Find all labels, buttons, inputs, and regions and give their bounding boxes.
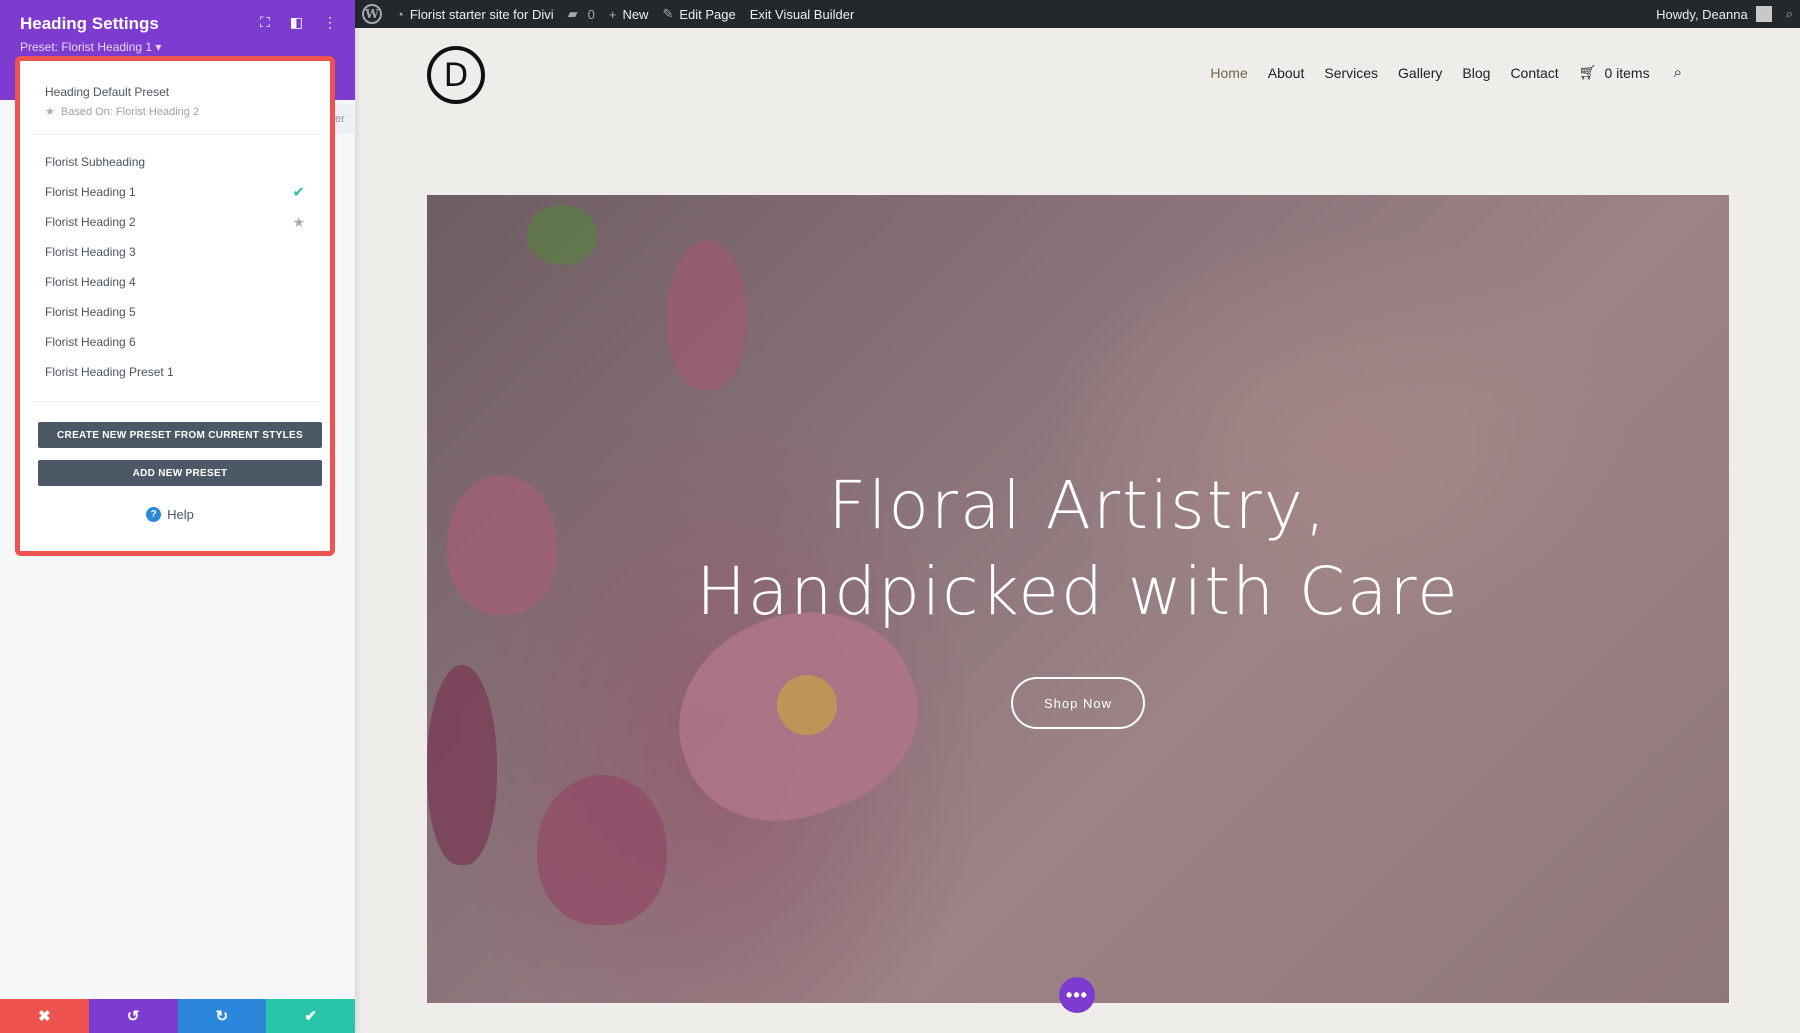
close-icon: ✖ — [38, 1007, 51, 1025]
more-horizontal-icon: ••• — [1066, 985, 1088, 1006]
star-icon: ★ — [45, 105, 55, 118]
hero-title-line-2: Handpicked with Care — [427, 549, 1729, 635]
preset-item-florist-subheading[interactable]: Florist Subheading — [30, 147, 320, 177]
wordpress-logo-button[interactable]: W — [355, 0, 389, 28]
preset-item-florist-heading-preset-1[interactable]: Florist Heading Preset 1 — [30, 357, 320, 387]
preset-item-label: Florist Heading 3 — [45, 245, 136, 259]
flower-image-decoration — [667, 240, 747, 390]
preset-dropdown-toggle[interactable]: Preset: Florist Heading 1 ▾ — [20, 40, 161, 54]
help-label: Help — [167, 507, 194, 522]
check-icon: ✔ — [304, 1007, 317, 1025]
main-nav: Home About Services Gallery Blog Contact… — [1210, 64, 1682, 81]
pencil-icon: ✎ — [662, 6, 673, 22]
nav-item-blog[interactable]: Blog — [1462, 65, 1490, 81]
layout-icon[interactable]: ◧ — [290, 14, 303, 31]
avatar — [1756, 6, 1772, 22]
hero-section: Floral Artistry, Handpicked with Care Sh… — [427, 195, 1729, 1003]
based-on-label: Based On: Florist Heading 2 — [61, 106, 199, 118]
panel-header-icons: ⛶ ◧ ⋮ — [260, 14, 337, 31]
default-preset-based-on: ★ Based On: Florist Heading 2 — [45, 105, 305, 118]
exit-visual-builder-link[interactable]: Exit Visual Builder — [743, 0, 862, 28]
preset-item-florist-heading-1[interactable]: Florist Heading 1 ✔ — [30, 177, 320, 207]
nav-item-about[interactable]: About — [1268, 65, 1305, 81]
create-preset-from-styles-button[interactable]: CREATE NEW PRESET FROM CURRENT STYLES — [38, 422, 322, 448]
help-icon: ? — [146, 507, 161, 522]
account-menu[interactable]: Howdy, Deanna — [1649, 0, 1779, 28]
nav-item-home[interactable]: Home — [1210, 65, 1247, 81]
star-icon: ★ — [292, 214, 305, 231]
edit-page-label: Edit Page — [679, 7, 735, 22]
logo-letter: D — [444, 56, 469, 94]
nav-item-contact[interactable]: Contact — [1510, 65, 1558, 81]
help-link[interactable]: ? Help — [20, 507, 320, 522]
preset-item-florist-heading-4[interactable]: Florist Heading 4 — [30, 267, 320, 297]
shop-now-button[interactable]: Shop Now — [1011, 677, 1145, 729]
new-label: New — [622, 7, 648, 22]
preset-item-label: Florist Heading 1 — [45, 185, 136, 199]
nav-item-services[interactable]: Services — [1324, 65, 1378, 81]
undo-icon: ↺ — [127, 1007, 140, 1025]
checkmark-icon: ✔ — [292, 183, 305, 201]
site-name-label: Florist starter site for Divi — [410, 7, 554, 22]
comments-link[interactable]: ▰ 0 — [561, 0, 602, 28]
panel-tab-stub[interactable]: er — [333, 104, 355, 134]
flower-image-decoration — [527, 205, 597, 265]
site-logo[interactable]: D — [427, 46, 485, 104]
redo-icon: ↻ — [216, 1007, 229, 1025]
flower-image-decoration — [777, 675, 837, 735]
greeting-label: Howdy, Deanna — [1656, 7, 1748, 22]
panel-title: Heading Settings — [20, 14, 159, 34]
preset-item-florist-heading-3[interactable]: Florist Heading 3 — [30, 237, 320, 267]
preset-item-florist-heading-2[interactable]: Florist Heading 2 ★ — [30, 207, 320, 237]
caret-down-icon: ▾ — [155, 40, 161, 54]
preset-dropdown-menu: Heading Default Preset ★ Based On: Flori… — [15, 56, 335, 556]
discard-button[interactable]: ✖ — [0, 999, 89, 1033]
hero-title: Floral Artistry, Handpicked with Care — [427, 463, 1729, 635]
new-content-link[interactable]: + New — [602, 0, 656, 28]
exit-builder-label: Exit Visual Builder — [750, 7, 855, 22]
more-vertical-icon[interactable]: ⋮ — [323, 14, 337, 31]
cart-icon: 🛒︎ — [1579, 64, 1597, 81]
site-canvas: D Home About Services Gallery Blog Conta… — [355, 28, 1800, 1033]
settings-panel: Heading Settings Preset: Florist Heading… — [0, 0, 355, 1033]
default-preset-name: Heading Default Preset — [45, 85, 305, 99]
preset-item-label: Florist Heading 5 — [45, 305, 136, 319]
search-icon: ⌕ — [1786, 6, 1793, 22]
preset-item-label: Florist Subheading — [45, 155, 145, 169]
preset-list: Heading Default Preset ★ Based On: Flori… — [30, 71, 320, 402]
plus-icon: + — [609, 7, 617, 22]
admin-bar: W ◔ Florist starter site for Divi ▰ 0 + … — [355, 0, 1800, 28]
dashboard-icon: ◔ — [396, 7, 404, 22]
nav-item-gallery[interactable]: Gallery — [1398, 65, 1442, 81]
edit-page-link[interactable]: ✎ Edit Page — [655, 0, 742, 28]
save-button[interactable]: ✔ — [266, 999, 355, 1033]
preset-item-label: Florist Heading 6 — [45, 335, 136, 349]
wordpress-logo-icon: W — [362, 4, 382, 24]
preset-label: Preset: Florist Heading 1 — [20, 40, 152, 54]
site-name-link[interactable]: ◔ Florist starter site for Divi — [389, 0, 561, 28]
panel-footer: ✖ ↺ ↻ ✔ — [0, 999, 355, 1033]
flower-image-decoration — [427, 665, 497, 865]
add-new-preset-button[interactable]: ADD NEW PRESET — [38, 460, 322, 486]
cart-label: 0 items — [1604, 65, 1649, 81]
flower-image-decoration — [537, 775, 667, 925]
preset-items: Florist Subheading Florist Heading 1 ✔ F… — [30, 135, 320, 402]
admin-search-button[interactable]: ⌕ — [1779, 0, 1800, 28]
comments-count: 0 — [588, 7, 595, 22]
preset-item-florist-heading-6[interactable]: Florist Heading 6 — [30, 327, 320, 357]
preset-item-label: Florist Heading 2 — [45, 215, 136, 229]
section-options-button[interactable]: ••• — [1059, 977, 1095, 1013]
preset-item-florist-heading-5[interactable]: Florist Heading 5 — [30, 297, 320, 327]
comment-icon: ▰ — [568, 6, 578, 22]
undo-button[interactable]: ↺ — [89, 999, 178, 1033]
default-preset-item[interactable]: Heading Default Preset ★ Based On: Flori… — [30, 71, 320, 135]
expand-icon[interactable]: ⛶ — [260, 14, 270, 31]
redo-button[interactable]: ↻ — [178, 999, 267, 1033]
preset-item-label: Florist Heading 4 — [45, 275, 136, 289]
search-icon[interactable]: ⌕ — [1674, 64, 1682, 81]
hero-title-line-1: Floral Artistry, — [427, 463, 1729, 549]
cart-link[interactable]: 🛒︎ 0 items — [1579, 64, 1650, 81]
preset-item-label: Florist Heading Preset 1 — [45, 365, 174, 379]
